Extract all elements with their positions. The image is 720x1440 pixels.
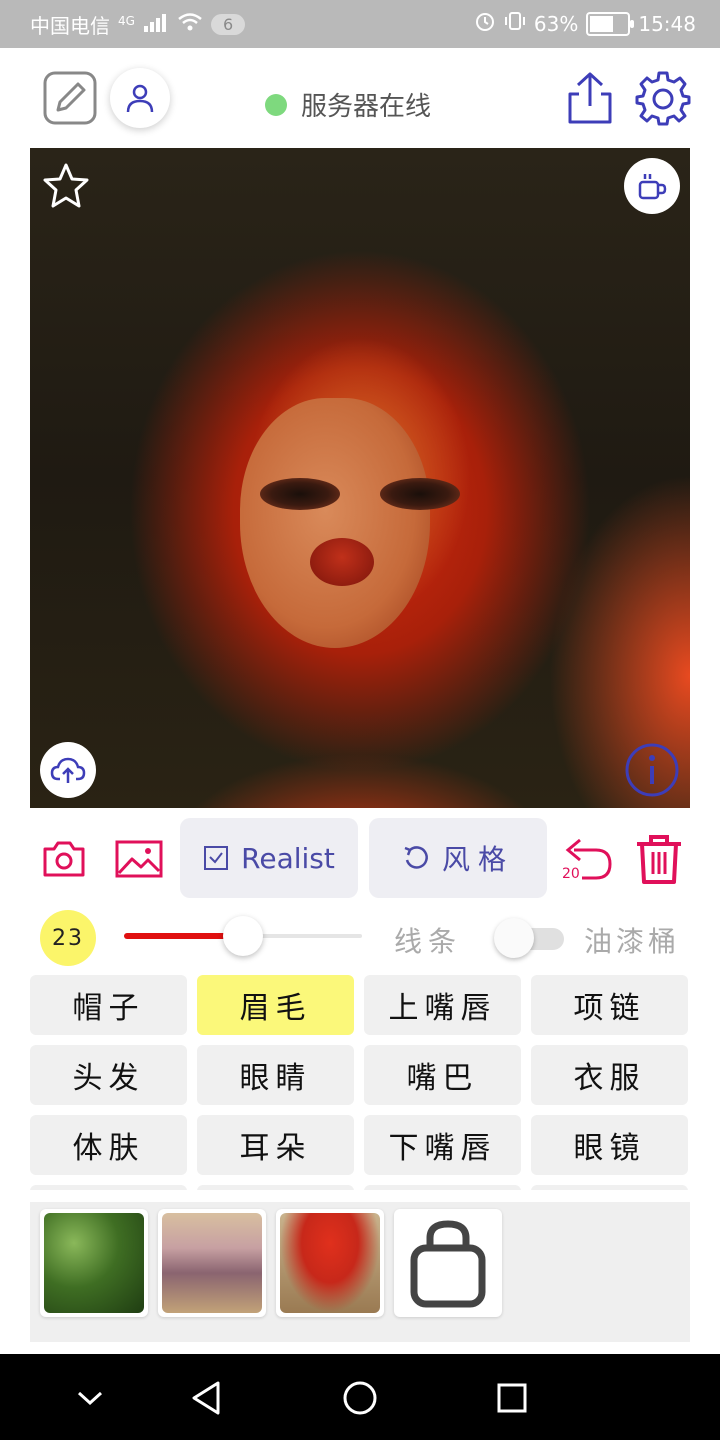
label-chip[interactable]: 头发 bbox=[30, 1045, 187, 1105]
notification-count-badge: 6 bbox=[210, 14, 246, 35]
bucket-mode-label: 油漆桶 bbox=[584, 925, 681, 958]
edit-icon bbox=[43, 71, 97, 125]
cloud-upload-icon bbox=[50, 757, 86, 783]
home-circle-icon bbox=[343, 1381, 377, 1415]
user-icon bbox=[126, 84, 154, 113]
line-mode-label: 线条 bbox=[394, 925, 463, 958]
left-eye bbox=[260, 478, 340, 510]
share-button[interactable] bbox=[562, 70, 618, 126]
alarm-icon bbox=[474, 10, 496, 37]
label-chip[interactable]: 体肤 bbox=[30, 1115, 187, 1175]
brush-size-handle[interactable] bbox=[223, 916, 263, 956]
model-label: Realist bbox=[241, 841, 335, 875]
server-status-text: 服务器在线 bbox=[301, 92, 432, 122]
network-type: 4G bbox=[118, 13, 135, 28]
server-status: 服务器在线 bbox=[265, 86, 431, 123]
nav-back-button[interactable] bbox=[186, 1376, 226, 1420]
style-store-button[interactable] bbox=[394, 1209, 502, 1317]
label-chip[interactable]: 帽子 bbox=[30, 975, 187, 1035]
recents-square-icon bbox=[497, 1383, 527, 1413]
camera-button[interactable] bbox=[40, 838, 88, 880]
face-region bbox=[240, 398, 430, 648]
signal-icon bbox=[143, 12, 169, 37]
thumb-image-1 bbox=[44, 1213, 144, 1313]
label-chip[interactable] bbox=[531, 1185, 688, 1190]
nav-hide-button[interactable] bbox=[70, 1378, 110, 1418]
rotate-icon bbox=[404, 846, 428, 869]
toggle-knob bbox=[494, 918, 534, 958]
right-eye bbox=[380, 478, 460, 510]
gear-icon bbox=[635, 71, 691, 126]
share-icon bbox=[568, 72, 612, 124]
user-button[interactable] bbox=[110, 68, 170, 128]
style-tray bbox=[30, 1202, 690, 1342]
battery-percent: 63% bbox=[533, 11, 579, 36]
coffee-button[interactable] bbox=[624, 158, 680, 214]
server-status-dot bbox=[265, 93, 287, 116]
navigation-bar bbox=[0, 1354, 720, 1440]
fill-mode-toggle[interactable] bbox=[494, 918, 564, 958]
wifi-icon bbox=[177, 12, 203, 37]
label-grid: 帽子 眉毛 上嘴唇 项链头发 眼睛 嘴巴 衣服体肤 耳朵 下嘴唇 眼镜 bbox=[30, 975, 690, 1190]
thumb-image-2 bbox=[162, 1213, 262, 1313]
style-thumb-green[interactable] bbox=[40, 1209, 148, 1317]
settings-button[interactable] bbox=[634, 70, 692, 128]
vibrate-icon bbox=[504, 10, 526, 37]
label-chip[interactable]: 下嘴唇 bbox=[364, 1115, 521, 1175]
upload-button[interactable] bbox=[40, 742, 96, 798]
undo-count: 20 bbox=[562, 866, 580, 882]
trash-icon bbox=[637, 835, 681, 884]
style-thumb-tree[interactable] bbox=[276, 1209, 384, 1317]
mouth-region bbox=[310, 538, 374, 586]
shopping-bag-icon bbox=[410, 1220, 486, 1308]
style-thumb-flower[interactable] bbox=[158, 1209, 266, 1317]
clock: 15:48 bbox=[638, 11, 696, 36]
label-chip[interactable]: 眉毛 bbox=[197, 975, 354, 1035]
label-chip[interactable]: 衣服 bbox=[531, 1045, 688, 1105]
gallery-button[interactable] bbox=[113, 838, 165, 880]
tool-row: Realist 风格 20 bbox=[0, 818, 720, 900]
nav-home-button[interactable] bbox=[340, 1376, 380, 1420]
info-button[interactable] bbox=[624, 742, 680, 798]
status-bar: 中国电信 4G 6 63% 15:48 bbox=[0, 0, 720, 48]
delete-button[interactable] bbox=[632, 832, 686, 886]
label-chip[interactable]: 眼睛 bbox=[197, 1045, 354, 1105]
brush-size-badge: 23 bbox=[40, 910, 96, 966]
info-icon bbox=[625, 743, 679, 797]
back-triangle-icon bbox=[192, 1381, 220, 1415]
label-chip[interactable] bbox=[364, 1185, 521, 1190]
thumb-image-3 bbox=[280, 1213, 380, 1313]
favorite-button[interactable] bbox=[40, 160, 92, 212]
label-chip[interactable]: 耳朵 bbox=[197, 1115, 354, 1175]
camera-icon bbox=[43, 841, 85, 877]
eyes-region bbox=[260, 478, 460, 512]
model-toggle-button[interactable]: Realist bbox=[180, 818, 358, 898]
drawing-canvas[interactable] bbox=[30, 148, 690, 808]
label-chip[interactable]: 眼镜 bbox=[531, 1115, 688, 1175]
style-label: 风格 bbox=[441, 843, 514, 876]
label-chip[interactable] bbox=[30, 1185, 187, 1190]
brush-row: 23 线条 油漆桶 bbox=[0, 908, 720, 970]
coffee-cup-icon bbox=[638, 174, 667, 200]
undo-button[interactable]: 20 bbox=[560, 832, 616, 884]
label-chip[interactable]: 嘴巴 bbox=[364, 1045, 521, 1105]
label-chip[interactable]: 项链 bbox=[531, 975, 688, 1035]
label-chip[interactable] bbox=[197, 1185, 354, 1190]
edit-button[interactable] bbox=[42, 70, 98, 126]
battery-icon bbox=[586, 11, 635, 36]
top-bar: 服务器在线 bbox=[0, 48, 720, 148]
checkbox-icon bbox=[204, 846, 229, 870]
label-chip[interactable]: 上嘴唇 bbox=[364, 975, 521, 1035]
star-icon bbox=[43, 163, 89, 208]
style-button[interactable]: 风格 bbox=[369, 818, 547, 898]
carrier-text: 中国电信 bbox=[30, 14, 110, 38]
nav-recents-button[interactable] bbox=[492, 1378, 532, 1418]
chevron-down-icon bbox=[77, 1391, 103, 1406]
image-icon bbox=[115, 840, 163, 878]
